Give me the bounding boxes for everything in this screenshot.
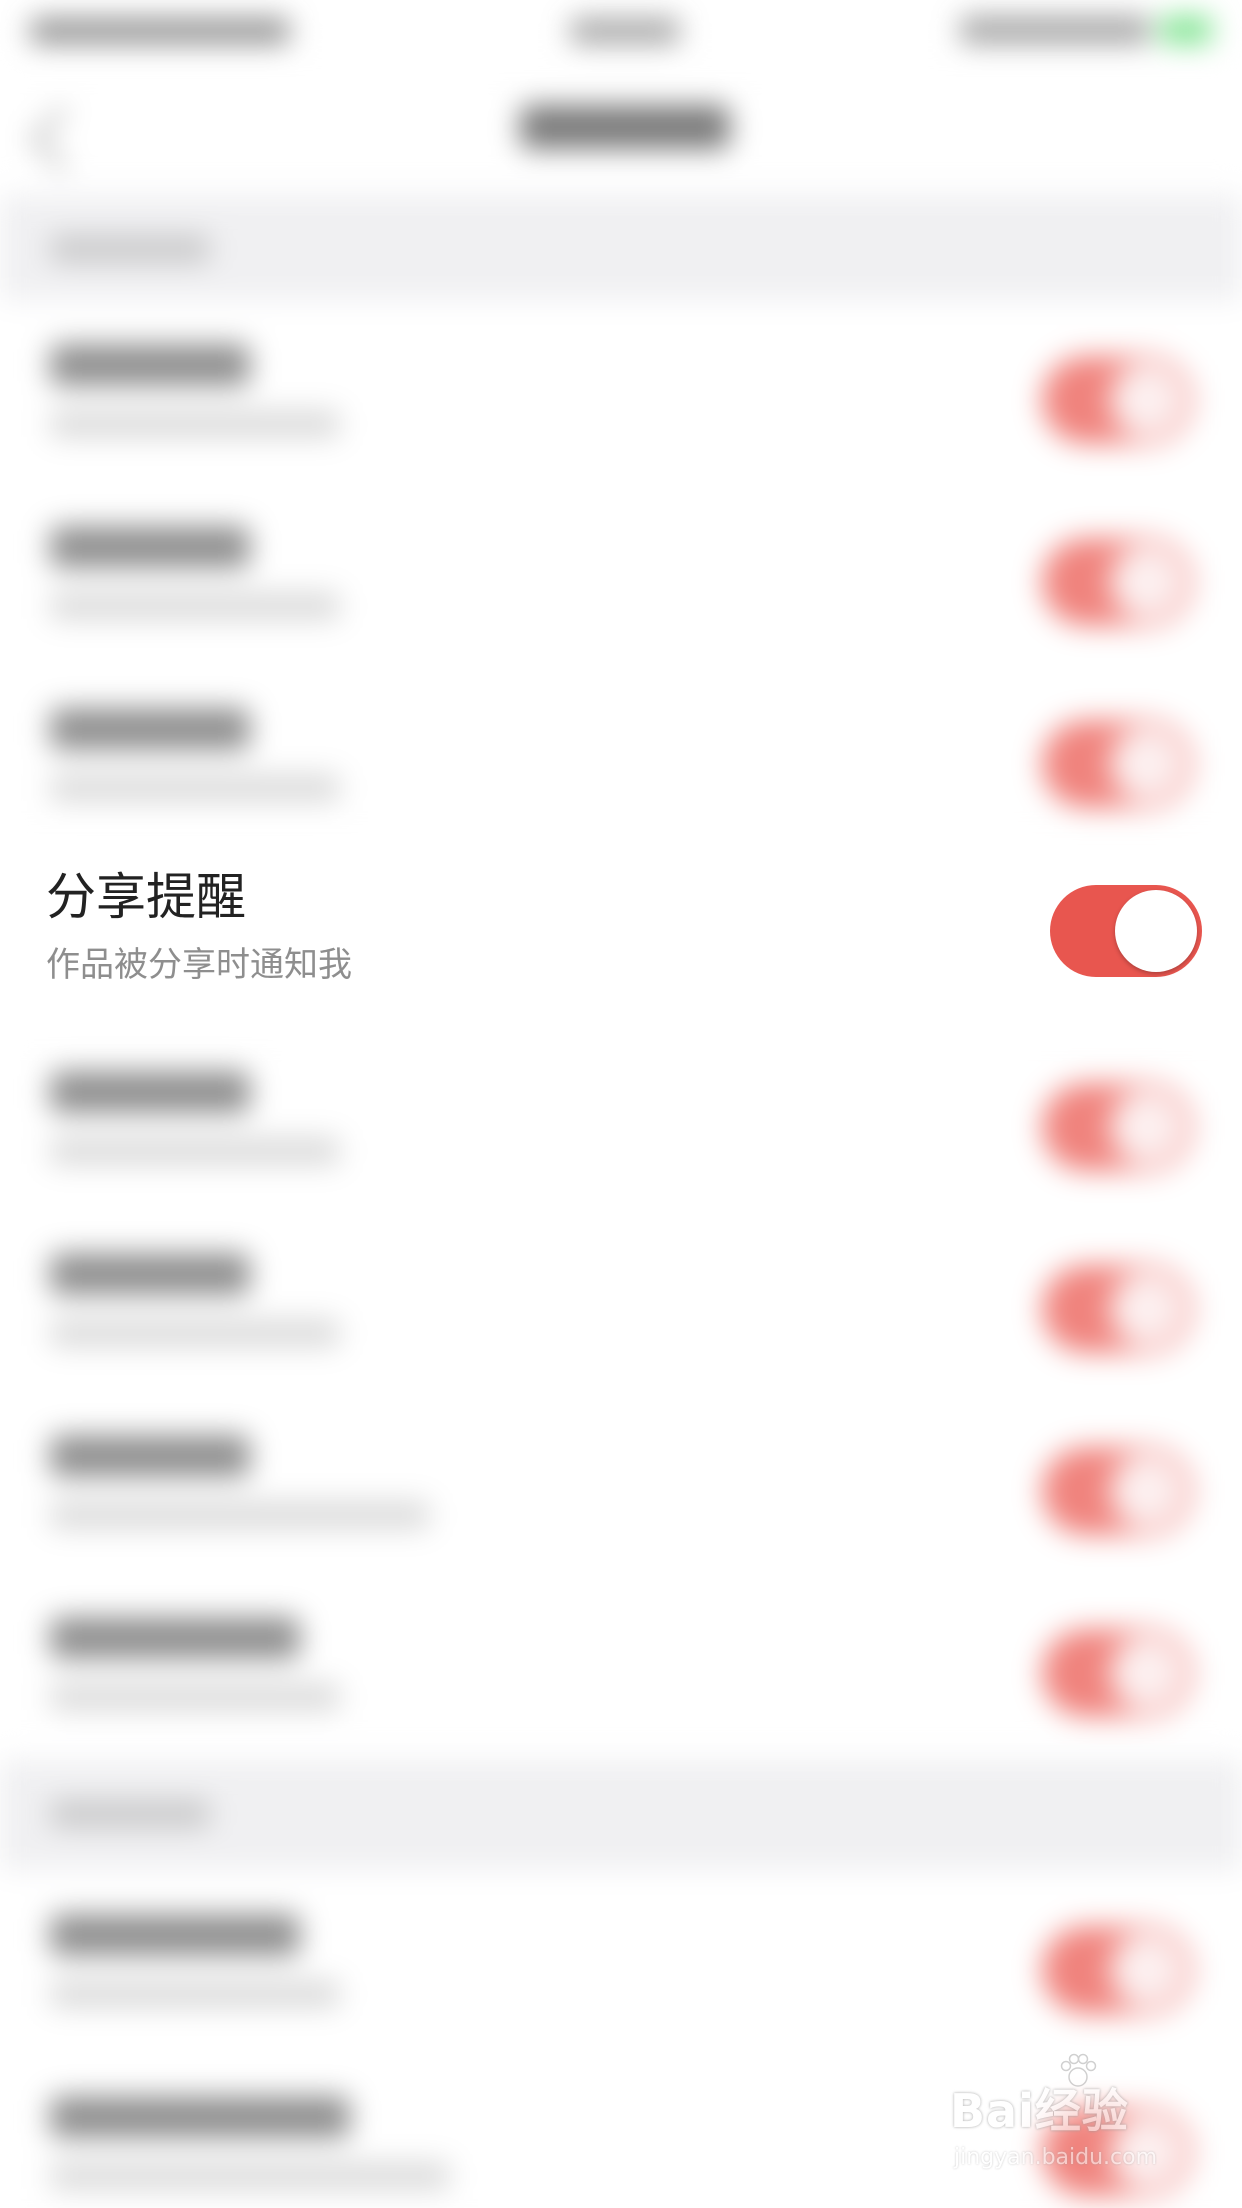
status-time	[570, 18, 680, 44]
share-reminder-row[interactable]: 分享提醒 作品被分享时通知我	[0, 845, 1242, 1027]
row-title	[50, 344, 250, 386]
watermark: Bai经验 jingyan.baidu.com	[950, 2053, 1180, 2185]
row-title	[50, 526, 250, 568]
settings-row[interactable]	[0, 1027, 1242, 1209]
settings-row[interactable]	[0, 1870, 1242, 2052]
row-title	[50, 1253, 250, 1295]
row-subtitle	[50, 592, 340, 620]
row-title	[50, 1617, 300, 1659]
row-title	[50, 1071, 250, 1113]
row-title	[50, 708, 250, 750]
settings-row[interactable]	[0, 300, 1242, 482]
blurred-background	[0, 0, 1242, 2208]
toggle-switch[interactable]	[1042, 720, 1192, 808]
settings-row[interactable]	[0, 1209, 1242, 1391]
share-reminder-subtitle: 作品被分享时通知我	[46, 945, 352, 985]
battery-icon	[1160, 16, 1212, 44]
section-header	[0, 1760, 1242, 1870]
toggle-switch[interactable]	[1042, 538, 1192, 626]
section-header-label	[50, 235, 210, 263]
row-subtitle	[50, 1683, 340, 1711]
toggle-switch[interactable]	[1042, 1265, 1192, 1353]
nav-title	[520, 105, 730, 149]
toggle-switch[interactable]	[1042, 356, 1192, 444]
toggle-switch[interactable]	[1042, 1926, 1192, 2014]
toggle-switch[interactable]	[1042, 1083, 1192, 1171]
status-bar	[0, 0, 1242, 60]
back-arrow-icon[interactable]	[30, 106, 96, 172]
row-subtitle	[50, 1137, 340, 1165]
watermark-url: jingyan.baidu.com	[954, 2145, 1158, 2170]
toggle-knob	[1115, 890, 1197, 972]
settings-row[interactable]	[0, 1391, 1242, 1573]
row-subtitle	[50, 410, 340, 438]
row-subtitle	[50, 2162, 450, 2190]
share-reminder-title: 分享提醒	[46, 868, 246, 926]
settings-row[interactable]	[0, 482, 1242, 664]
settings-row[interactable]	[0, 664, 1242, 846]
status-indicators	[960, 16, 1150, 44]
navigation-bar	[0, 60, 1242, 190]
toggle-switch[interactable]	[1042, 1447, 1192, 1535]
toggle-switch[interactable]	[1042, 1629, 1192, 1717]
status-carrier	[30, 18, 290, 44]
section-header-label	[50, 1800, 210, 1828]
row-title	[50, 2096, 350, 2138]
notification-settings-screen: 分享提醒 作品被分享时通知我 Bai经验 jingyan.baidu.com	[0, 0, 1242, 2208]
row-subtitle	[50, 1501, 430, 1529]
settings-row[interactable]	[0, 1573, 1242, 1755]
row-title	[50, 1914, 300, 1956]
row-subtitle	[50, 1980, 340, 2008]
watermark-logo: Bai经验	[950, 2084, 1129, 2138]
row-subtitle	[50, 774, 340, 802]
section-header	[0, 195, 1242, 305]
share-reminder-toggle[interactable]	[1050, 885, 1202, 977]
row-subtitle	[50, 1319, 340, 1347]
row-title	[50, 1435, 250, 1477]
